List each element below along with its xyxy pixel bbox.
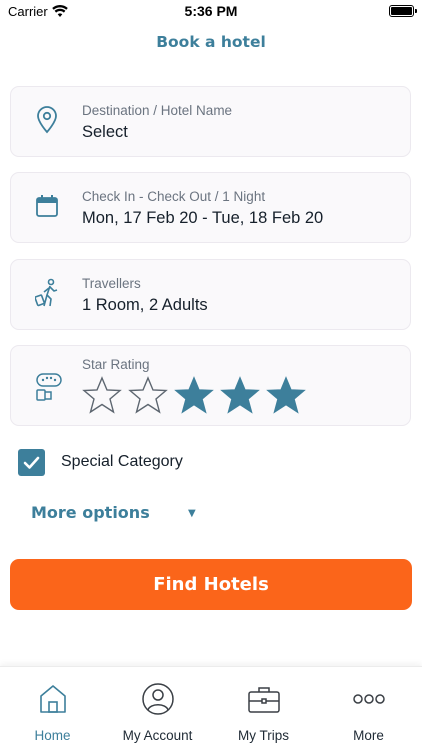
tab-home[interactable]: Home xyxy=(0,667,105,750)
clock: 5:36 PM xyxy=(184,3,238,19)
home-icon xyxy=(39,685,66,713)
find-hotels-button[interactable]: Find Hotels xyxy=(10,559,412,610)
special-category-checkbox[interactable] xyxy=(18,449,45,476)
hotel-rating-icon xyxy=(36,373,62,401)
star-2-icon[interactable] xyxy=(128,376,168,414)
briefcase-icon xyxy=(247,687,280,713)
tab-more-label: More xyxy=(353,728,384,743)
travellers-field[interactable]: Travellers 1 Room, 2 Adults xyxy=(10,259,411,330)
destination-label: Destination / Hotel Name xyxy=(82,103,233,118)
more-options-toggle[interactable]: More options xyxy=(31,503,150,522)
star-5-icon[interactable] xyxy=(266,376,306,414)
checkmark-icon xyxy=(23,456,40,469)
travellers-value: 1 Room, 2 Adults xyxy=(82,296,208,314)
more-dots-icon xyxy=(352,694,385,704)
dates-label: Check In - Check Out / 1 Night xyxy=(82,189,266,204)
dates-field[interactable]: Check In - Check Out / 1 Night Mon, 17 F… xyxy=(10,172,411,243)
tab-my-account-label: My Account xyxy=(122,728,193,743)
destination-value: Select xyxy=(82,123,128,141)
travellers-label: Travellers xyxy=(82,276,141,291)
dates-value: Mon, 17 Feb 20 - Tue, 18 Feb 20 xyxy=(82,209,324,227)
star-3-icon[interactable] xyxy=(174,376,214,414)
calendar-icon xyxy=(36,195,58,217)
battery-icon xyxy=(389,5,417,17)
caret-down-icon[interactable]: ▼ xyxy=(188,508,196,519)
tab-home-label: Home xyxy=(34,728,71,743)
account-icon xyxy=(141,683,174,715)
special-category-label[interactable]: Special Category xyxy=(61,453,183,471)
traveller-icon xyxy=(35,278,58,307)
star-4-icon[interactable] xyxy=(220,376,260,414)
tab-bar: Home My Account My Trips More xyxy=(0,666,422,750)
star-rating-field: Star Rating xyxy=(10,345,411,426)
tab-my-trips-label: My Trips xyxy=(237,728,289,743)
tab-more[interactable]: More xyxy=(316,667,421,750)
star-rating-label: Star Rating xyxy=(82,357,150,372)
tab-my-trips[interactable]: My Trips xyxy=(211,667,316,750)
star-rating-control[interactable] xyxy=(82,376,306,414)
location-pin-icon xyxy=(37,106,57,134)
status-bar: Carrier 5:36 PM xyxy=(0,0,422,24)
star-1-icon[interactable] xyxy=(82,376,122,414)
destination-field[interactable]: Destination / Hotel Name Select xyxy=(10,86,411,157)
page-title: Book a hotel xyxy=(156,33,266,51)
tab-my-account[interactable]: My Account xyxy=(105,667,210,750)
